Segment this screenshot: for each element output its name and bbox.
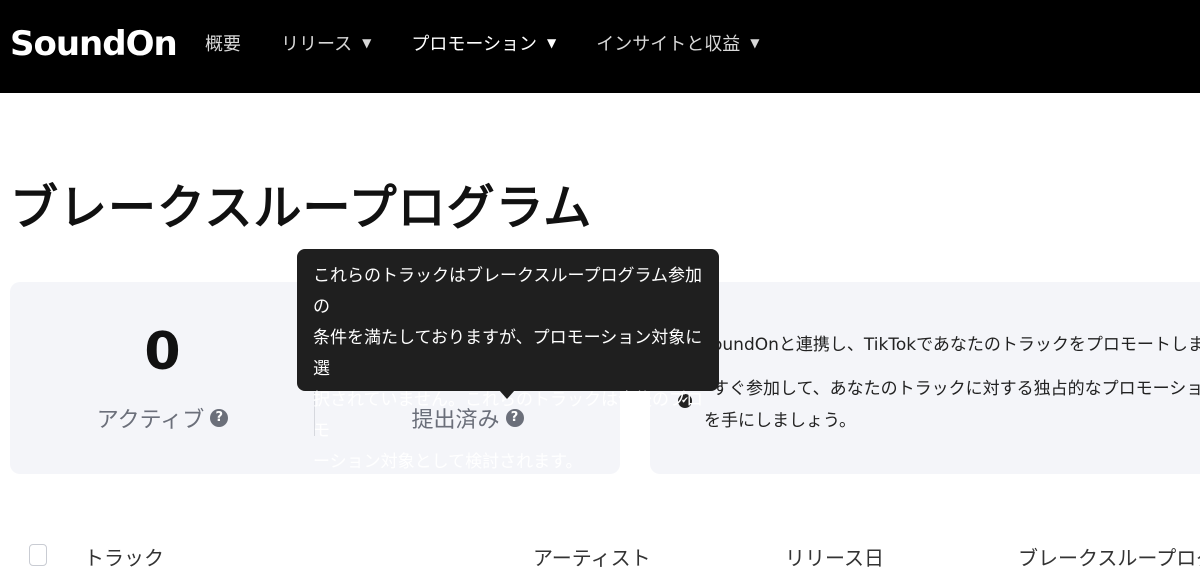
stat-active: 0 アクティブ ? [10,282,315,474]
stat-active-value: 0 [144,322,181,382]
tooltip-line: ーション対象として検討されます。 [313,452,583,472]
select-all-checkbox[interactable] [29,544,47,566]
info-line-2: すぐ参加して、あなたのトラックに対する独占的なプロモーション [712,379,1200,399]
nav-item-overview[interactable]: 概要 [205,30,241,56]
nav-item-label: 概要 [205,34,241,55]
stat-active-label-row: アクティブ ? [10,402,315,434]
nav-item-releases[interactable]: リリース ▼ [281,30,371,56]
soundon-logo[interactable]: SoundOn [10,22,178,66]
column-header-breakthrough-program[interactable]: ブレークスループログラ [1018,542,1200,571]
program-info-card: oundOnと連携し、TikTokであなたのトラックをプロモートしまし ✔ すぐ… [650,282,1200,474]
chevron-down-icon: ▼ [362,36,372,50]
nav-item-label: インサイトと収益 [596,34,741,55]
tooltip-line: 条件を満たしておりますが、プロモーション対象に選 [313,328,703,379]
info-line-3: を手にしましょう。 [704,411,856,431]
column-header-release-date[interactable]: リリース日 [785,542,884,571]
chevron-down-icon: ▼ [750,36,760,50]
chevron-down-icon: ▼ [546,36,557,50]
nav-item-insights-revenue[interactable]: インサイトと収益 ▼ [596,30,759,56]
stat-active-label: アクティブ [96,408,205,433]
nav-item-label: リリース [281,34,353,55]
top-navigation-bar: SoundOn 概要 リリース ▼ プロモーション ▼ インサイトと収益 ▼ [0,0,1200,93]
tooltip-arrow [499,390,515,399]
submitted-help-tooltip: これらのトラックはブレークスループログラム参加の 条件を満たしておりますが、プロ… [297,249,719,472]
main-nav: 概要 リリース ▼ プロモーション ▼ インサイトと収益 ▼ [205,0,799,86]
nav-item-label: プロモーション [411,34,537,55]
nav-item-promotion[interactable]: プロモーション ▼ [411,30,556,56]
column-header-artist[interactable]: アーティスト [533,542,651,571]
help-icon[interactable]: ? [210,409,229,427]
info-line-1: oundOnと連携し、TikTokであなたのトラックをプロモートしまし [712,335,1200,355]
page-title: ブレークスループログラム [10,180,593,236]
column-header-track[interactable]: トラック [84,542,164,571]
tracks-table-header: トラック アーティスト リリース日 ブレークスループログラ [0,530,1200,585]
tooltip-line: これらのトラックはブレークスループログラム参加の [313,266,702,317]
